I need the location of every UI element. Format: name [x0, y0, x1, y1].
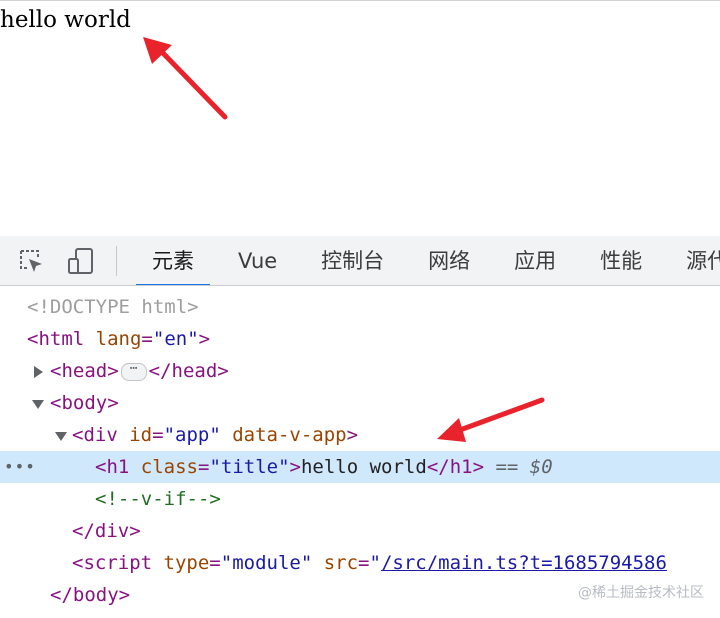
head-node: <head> ⋯ </head> [50, 360, 229, 382]
doctype-node: <!DOCTYPE html> [27, 296, 199, 318]
h1-node: <h1 class="title">hello world</h1> == $0 [95, 456, 553, 478]
tree-row-div[interactable]: <div id="app" data-v-app> [0, 419, 720, 451]
tree-row-head[interactable]: <head> ⋯ </head> [0, 355, 720, 387]
div-node: <div id="app" data-v-app> [72, 424, 359, 446]
body-close-tag: </body> [50, 584, 131, 606]
expand-triangle-icon[interactable] [34, 366, 43, 378]
tree-row-comment[interactable]: <!--v-if--> [0, 483, 720, 515]
tab-vue[interactable]: Vue [216, 236, 299, 285]
tree-row-script[interactable]: <script type="module" src="/src/main.ts?… [0, 547, 720, 579]
tree-row-html[interactable]: <html lang="en"> [0, 323, 720, 355]
watermark: @稀土掘金技术社区 [578, 585, 704, 601]
tab-network[interactable]: 网络 [406, 236, 492, 285]
panel-tabs: 元素 Vue 控制台 网络 应用 性能 源代 [130, 236, 720, 285]
tree-row-h1-selected[interactable]: ••• <h1 class="title">hello world</h1> =… [0, 451, 720, 483]
elements-tree: <!DOCTYPE html> <html lang="en"> <head> ⋯… [0, 291, 720, 618]
toolbar-divider [116, 246, 117, 276]
inspect-element-icon[interactable] [16, 246, 46, 276]
collapsed-children-pill[interactable]: ⋯ [120, 362, 147, 381]
tree-row-body[interactable]: <body> [0, 387, 720, 419]
tab-application[interactable]: 应用 [492, 236, 578, 285]
tab-sources[interactable]: 源代 [664, 236, 720, 285]
collapse-triangle-icon[interactable] [55, 432, 67, 441]
script-node: <script type="module" src="/src/main.ts?… [72, 552, 667, 574]
tab-performance[interactable]: 性能 [578, 236, 664, 285]
device-toolbar-icon[interactable] [66, 246, 96, 276]
tree-row-doctype[interactable]: <!DOCTYPE html> [0, 291, 720, 323]
row-menu-dots[interactable]: ••• [4, 451, 36, 483]
html-node: <html lang="en"> [27, 328, 211, 350]
tab-elements[interactable]: 元素 [130, 236, 216, 285]
div-close-tag: </div> [72, 520, 141, 542]
collapse-triangle-icon[interactable] [32, 400, 44, 409]
comment-node: <!--v-if--> [95, 488, 221, 510]
script-src-link[interactable]: /src/main.ts?t=1685794586 [381, 552, 667, 574]
tab-console[interactable]: 控制台 [299, 236, 406, 285]
page-heading: hello world [0, 7, 131, 33]
page-viewport: hello world [0, 0, 720, 237]
body-node: <body> [50, 392, 119, 414]
tree-row-div-close[interactable]: </div> [0, 515, 720, 547]
devtools-toolbar: 元素 Vue 控制台 网络 应用 性能 源代 [0, 236, 720, 286]
